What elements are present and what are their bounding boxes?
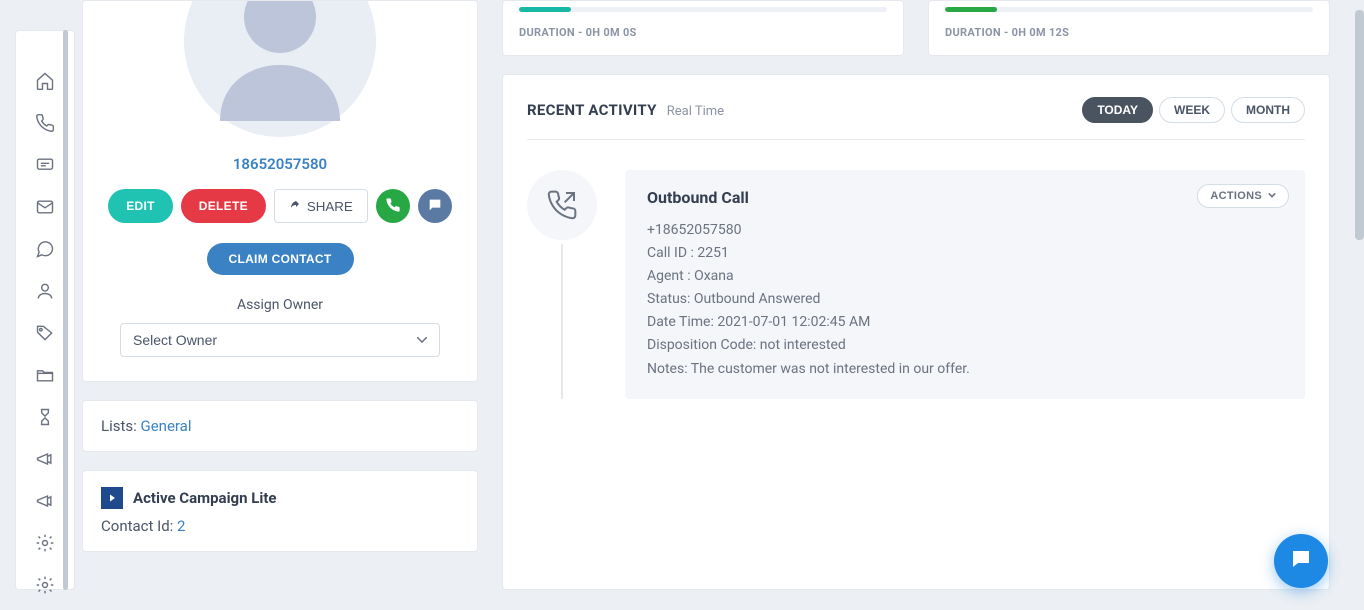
assign-owner-label: Assign Owner [101, 297, 459, 313]
tab-today[interactable]: TODAY [1082, 97, 1153, 123]
contact-id-value[interactable]: 2 [177, 517, 185, 535]
entry-datetime: Date Time: 2021-07-01 12:02:45 AM [647, 311, 1283, 334]
user-icon [35, 281, 55, 305]
recent-activity-card: RECENT ACTIVITY Real Time TODAY WEEK MON… [502, 74, 1330, 590]
profile-phone[interactable]: 18652057580 [101, 155, 459, 173]
sidebar-history[interactable] [27, 407, 63, 431]
lists-link[interactable]: General [140, 417, 191, 435]
campaign-card: Active Campaign Lite Contact Id: 2 [82, 470, 478, 552]
sidebar-contacts[interactable] [27, 281, 63, 305]
tab-week[interactable]: WEEK [1159, 97, 1225, 123]
campaign-badge-icon [101, 487, 123, 509]
stat-card-2: DURATION - 0H 0M 12S [928, 0, 1330, 56]
avatar [101, 1, 459, 141]
actions-label: ACTIONS [1210, 190, 1262, 202]
activity-subtitle: Real Time [667, 104, 724, 119]
chevron-down-icon [1268, 190, 1276, 202]
activity-range-tabs: TODAY WEEK MONTH [1082, 97, 1305, 123]
timeline-entry: ACTIONS Outbound Call +18652057580 Call … [527, 170, 1305, 399]
entry-title: Outbound Call [647, 188, 1283, 207]
entry-status: Status: Outbound Answered [647, 288, 1283, 311]
message-icon [35, 155, 55, 179]
megaphone-icon [35, 449, 55, 473]
profile-card: 18652057580 EDIT DELETE SHARE CLAIM C [82, 0, 478, 382]
call-button[interactable] [376, 189, 410, 223]
outbound-call-icon [527, 170, 597, 240]
tab-month[interactable]: MONTH [1231, 97, 1305, 123]
page-scrollbar[interactable] [1355, 10, 1364, 240]
chat-icon [1289, 547, 1313, 575]
sidebar-admin[interactable] [27, 575, 63, 599]
lists-card: Lists: General [82, 400, 478, 452]
timeline-body: ACTIONS Outbound Call +18652057580 Call … [625, 170, 1305, 399]
gear-icon [35, 575, 55, 599]
phone-icon [35, 113, 55, 137]
tag-icon [35, 323, 55, 347]
delete-button[interactable]: DELETE [181, 189, 266, 223]
sidebar-files[interactable] [27, 365, 63, 389]
sidebar-calls[interactable] [27, 113, 63, 137]
entry-notes: Notes: The customer was not interested i… [647, 358, 1283, 381]
edit-button[interactable]: EDIT [108, 189, 173, 223]
sidebar-settings[interactable] [27, 533, 63, 557]
stat-card-1: DURATION - 0H 0M 0S [502, 0, 904, 56]
entry-call-id: Call ID : 2251 [647, 242, 1283, 265]
claim-contact-button[interactable]: CLAIM CONTACT [207, 243, 354, 275]
entry-phone: +18652057580 [647, 219, 1283, 242]
home-icon [35, 71, 55, 95]
share-button[interactable]: SHARE [274, 189, 368, 223]
entry-disposition: Disposition Code: not interested [647, 334, 1283, 357]
timeline-connector [561, 244, 563, 399]
message-icon [427, 197, 443, 216]
chat-fab[interactable] [1274, 534, 1328, 588]
sidebar-scrollbar[interactable] [63, 30, 68, 590]
actions-dropdown[interactable]: ACTIONS [1197, 184, 1289, 208]
contact-id-label: Contact Id: [101, 517, 177, 535]
sidebar-chat[interactable] [27, 239, 63, 263]
stat-bar-fill [945, 7, 997, 12]
share-label: SHARE [307, 199, 353, 214]
activity-title: RECENT ACTIVITY [527, 101, 657, 119]
stat-bar-fill [519, 7, 571, 12]
folder-icon [35, 365, 55, 389]
gear-icon [35, 533, 55, 557]
mail-icon [35, 197, 55, 221]
select-owner-dropdown[interactable]: Select Owner [120, 323, 440, 357]
stat-duration: DURATION - 0H 0M 12S [945, 26, 1313, 39]
share-icon [289, 199, 301, 214]
chat-icon [35, 239, 55, 263]
stats-row: DURATION - 0H 0M 0S DURATION - 0H 0M 12S [502, 0, 1330, 56]
sidebar-campaigns[interactable] [27, 449, 63, 473]
lists-label: Lists: [101, 417, 140, 435]
sidebar-home[interactable] [27, 71, 63, 95]
sidebar-email[interactable] [27, 197, 63, 221]
sidebar-tags[interactable] [27, 323, 63, 347]
stat-duration: DURATION - 0H 0M 0S [519, 26, 887, 39]
megaphone-icon [35, 491, 55, 515]
hourglass-icon [35, 407, 55, 431]
sidebar-broadcast[interactable] [27, 491, 63, 515]
entry-agent: Agent : Oxana [647, 265, 1283, 288]
campaign-title: Active Campaign Lite [133, 489, 277, 507]
phone-icon [385, 197, 401, 216]
message-button[interactable] [418, 189, 452, 223]
sidebar-sms[interactable] [27, 155, 63, 179]
